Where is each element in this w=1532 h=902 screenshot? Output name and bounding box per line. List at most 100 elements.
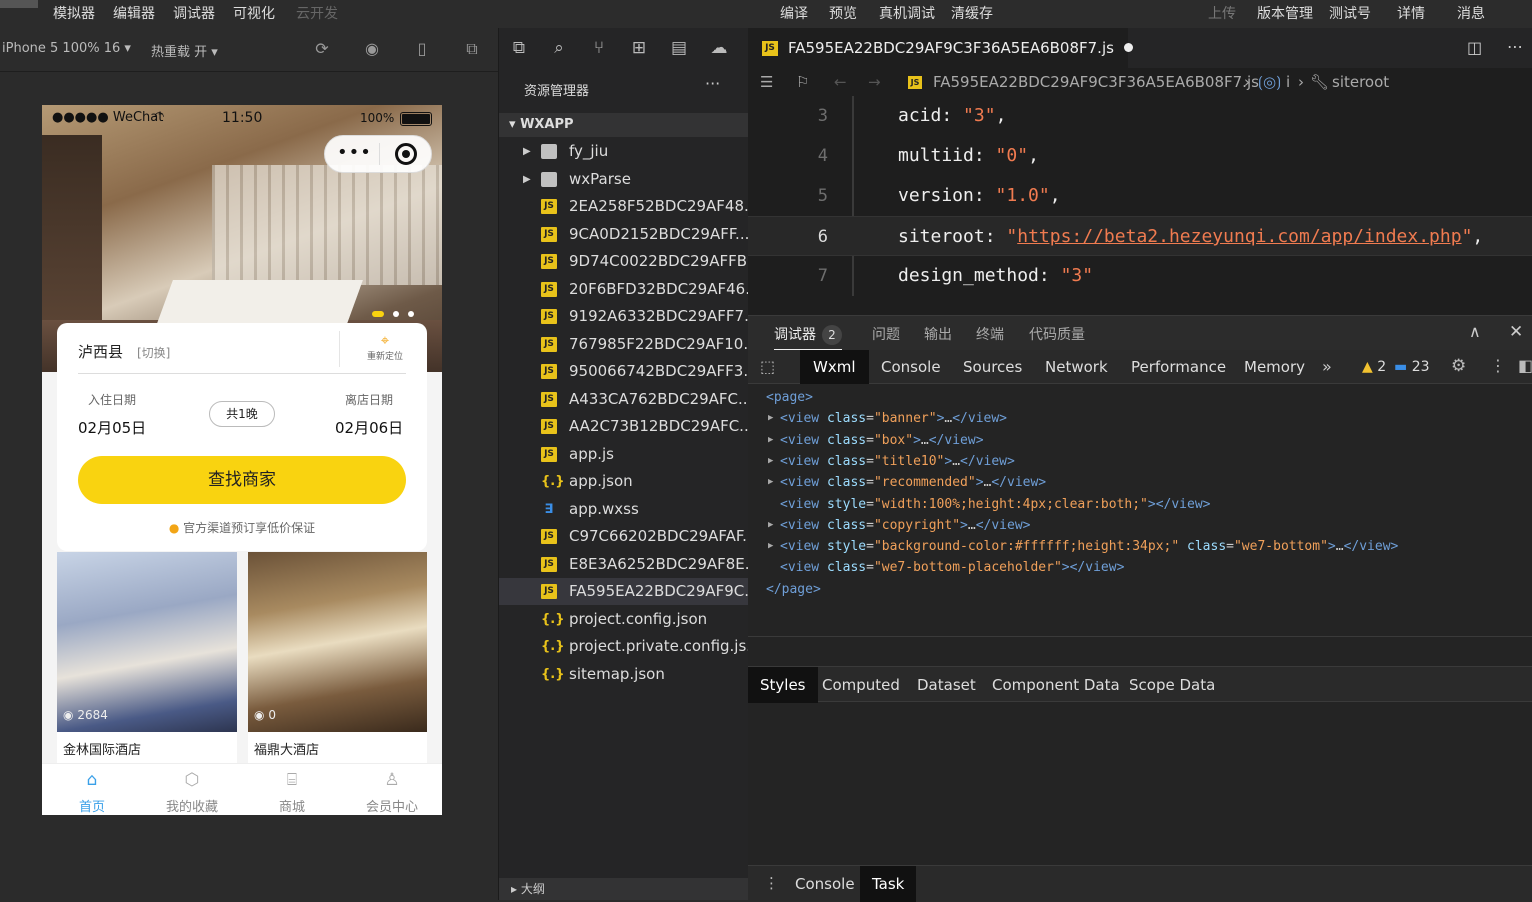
hot-reload-select[interactable]: 热重载 开 ▾ <box>151 41 218 60</box>
tab-code-quality[interactable]: 代码质量 <box>1029 324 1085 344</box>
split-editor-icon[interactable]: ◫ <box>1467 38 1482 57</box>
tab-memory[interactable]: Memory <box>1231 350 1318 384</box>
version-button[interactable]: 版本管理 <box>1257 3 1313 23</box>
kebab-icon[interactable]: ⋮ <box>764 874 779 892</box>
storage-icon[interactable]: ▤ <box>668 38 690 60</box>
tab-network[interactable]: Network <box>1032 350 1121 384</box>
tab-computed[interactable]: Computed <box>810 667 912 703</box>
code-line[interactable]: 6 siteroot: "https://beta2.hezeyunqi.com/… <box>748 216 1532 256</box>
messages-button[interactable]: 消息 <box>1457 3 1485 23</box>
find-merchant-button[interactable]: 查找商家 <box>78 456 406 504</box>
expand-icon[interactable]: ▶ <box>768 477 773 487</box>
upload-button[interactable]: 上传 <box>1208 3 1236 23</box>
more-icon[interactable]: ••• <box>337 142 372 163</box>
switch-city-link[interactable]: [切换] <box>137 344 170 361</box>
file-item[interactable]: JS 20F6BFD32BDC29AF46... <box>499 276 749 303</box>
popout-icon[interactable]: ⧉ <box>463 40 481 58</box>
more-icon[interactable]: ··· <box>705 74 720 93</box>
file-item[interactable]: JS 767985F22BDC29AF10... <box>499 331 749 358</box>
tab-terminal[interactable]: 终端 <box>976 324 1004 344</box>
code-line[interactable]: 3 acid: "3", <box>748 96 1532 136</box>
file-item[interactable]: JS 9CA0D2152BDC29AFF... <box>499 221 749 248</box>
file-item[interactable]: JS 9192A6332BDC29AFF7... <box>499 303 749 330</box>
tab-mall[interactable]: ⌸ 商城 <box>242 764 342 815</box>
expand-icon[interactable]: ▶ <box>768 541 773 551</box>
tab-drawer-task[interactable]: Task <box>860 866 917 902</box>
compile-button[interactable]: 编译 <box>780 3 808 23</box>
tab-sources[interactable]: Sources <box>950 350 1035 384</box>
code-line[interactable]: 7 design_method: "3" <box>748 256 1532 296</box>
close-icon[interactable]: ✕ <box>1509 322 1523 342</box>
search-icon[interactable]: ⌕ <box>548 38 570 60</box>
unsaved-dot[interactable] <box>1123 43 1133 52</box>
files-icon[interactable]: ⧉ <box>508 38 530 60</box>
wxml-node[interactable]: ▶ <view class="banner">…</view> <box>768 411 1007 426</box>
breadcrumb-symbol[interactable]: siteroot <box>1332 68 1389 96</box>
file-item[interactable]: {.} app.json <box>499 468 749 495</box>
test-account-button[interactable]: 测试号 <box>1329 3 1371 23</box>
wxml-node[interactable]: </page> <box>766 582 821 597</box>
wxml-node[interactable]: ▶ <view class="box">…</view> <box>768 433 984 448</box>
expand-icon[interactable]: ▶ <box>768 435 773 445</box>
tab-member[interactable]: ♙ 会员中心 <box>342 764 442 815</box>
outline-section[interactable]: ▸ 大纲 <box>499 878 749 900</box>
tab-performance[interactable]: Performance <box>1118 350 1239 384</box>
folder-item[interactable]: ▶ fy_jiu <box>499 138 749 165</box>
phone-icon[interactable]: ▯ <box>413 40 431 58</box>
hotel-card[interactable]: ◉ 0 福鼎大酒店 <box>248 552 427 767</box>
file-item[interactable]: JS 950066742BDC29AFF3... <box>499 358 749 385</box>
tab-drawer-console[interactable]: Console <box>783 866 867 902</box>
checkin-date[interactable]: 02月05日 <box>78 417 146 438</box>
messages-count[interactable]: ▬ 23 <box>1394 359 1430 375</box>
tab-wxml[interactable]: Wxml <box>800 350 869 384</box>
code-line[interactable]: 4 multiid: "0", <box>748 136 1532 176</box>
menu-editor[interactable]: 编辑器 <box>113 3 155 23</box>
wxml-node[interactable]: <view style="width:100%;height:4px;clear… <box>780 497 1211 512</box>
folder-item[interactable]: ▶ wxParse <box>499 166 749 193</box>
file-item[interactable]: {.} project.private.config.js... <box>499 633 749 660</box>
file-item[interactable]: JS app.js <box>499 441 749 468</box>
file-item[interactable]: JS C97C66202BDC29AFAF... <box>499 523 749 550</box>
kebab-icon[interactable]: ⋮ <box>1490 356 1506 375</box>
tab-favorites[interactable]: ⬡ 我的收藏 <box>142 764 242 815</box>
expand-icon[interactable]: ▶ <box>768 520 773 530</box>
expand-icon[interactable]: ▶ <box>768 413 773 423</box>
remote-debug-button[interactable]: 真机调试 <box>879 3 935 23</box>
file-item[interactable]: ∃ app.wxss <box>499 496 749 523</box>
docker-icon[interactable]: ☁ <box>708 38 730 60</box>
tab-problems[interactable]: 问题 <box>872 324 900 344</box>
expand-icon[interactable]: ▶ <box>768 456 773 466</box>
refresh-icon[interactable]: ⟳ <box>313 40 331 58</box>
wxml-node[interactable]: ▶ <view class="recommended">…</view> <box>768 475 1046 490</box>
tab-dataset[interactable]: Dataset <box>905 667 988 703</box>
details-button[interactable]: 详情 <box>1397 3 1425 23</box>
file-item[interactable]: JS FA595EA22BDC29AF9C... <box>499 578 749 605</box>
back-icon[interactable]: ← <box>834 68 847 96</box>
wxml-node[interactable]: <page> <box>766 390 813 405</box>
editor-tab[interactable]: JS FA595EA22BDC29AF9C3F36A5EA6B08F7.js <box>748 28 1133 68</box>
breadcrumb-scope[interactable]: i <box>1286 68 1290 96</box>
extensions-icon[interactable]: ⊞ <box>628 38 650 60</box>
wxml-node[interactable]: <view class="we7-bottom-placeholder"></v… <box>780 560 1124 575</box>
hotel-card[interactable]: ◉ 2684 金林国际酒店 <box>57 552 237 767</box>
checkout-date[interactable]: 02月06日 <box>335 417 403 438</box>
wxml-node[interactable]: ▶ <view style="background-color:#ffffff;h… <box>768 539 1398 554</box>
menu-visual[interactable]: 可视化 <box>233 3 275 23</box>
stop-icon[interactable]: ◉ <box>363 40 381 58</box>
wxml-node[interactable]: ▶ <view class="copyright">…</view> <box>768 518 1030 533</box>
avatar[interactable] <box>0 0 38 8</box>
bookmark-icon[interactable]: ⚐ <box>796 68 809 96</box>
chevron-right-icon[interactable]: ▶ <box>523 166 531 193</box>
chevron-right-icon[interactable]: ▶ <box>523 138 531 165</box>
menu-debugger[interactable]: 调试器 <box>173 3 215 23</box>
tab-output[interactable]: 输出 <box>924 324 952 344</box>
tab-home[interactable]: ⌂ 首页 <box>42 764 142 815</box>
more-icon[interactable]: ⋯ <box>1507 37 1523 56</box>
close-miniprogram-icon[interactable] <box>395 143 417 165</box>
file-item[interactable]: JS A433CA762BDC29AFC... <box>499 386 749 413</box>
file-item[interactable]: {.} project.config.json <box>499 606 749 633</box>
file-item[interactable]: {.} sitemap.json <box>499 661 749 688</box>
list-icon[interactable]: ☰ <box>760 68 773 96</box>
device-select[interactable]: iPhone 5 100% 16 ▾ <box>2 41 131 56</box>
tab-console[interactable]: Console <box>868 350 954 384</box>
